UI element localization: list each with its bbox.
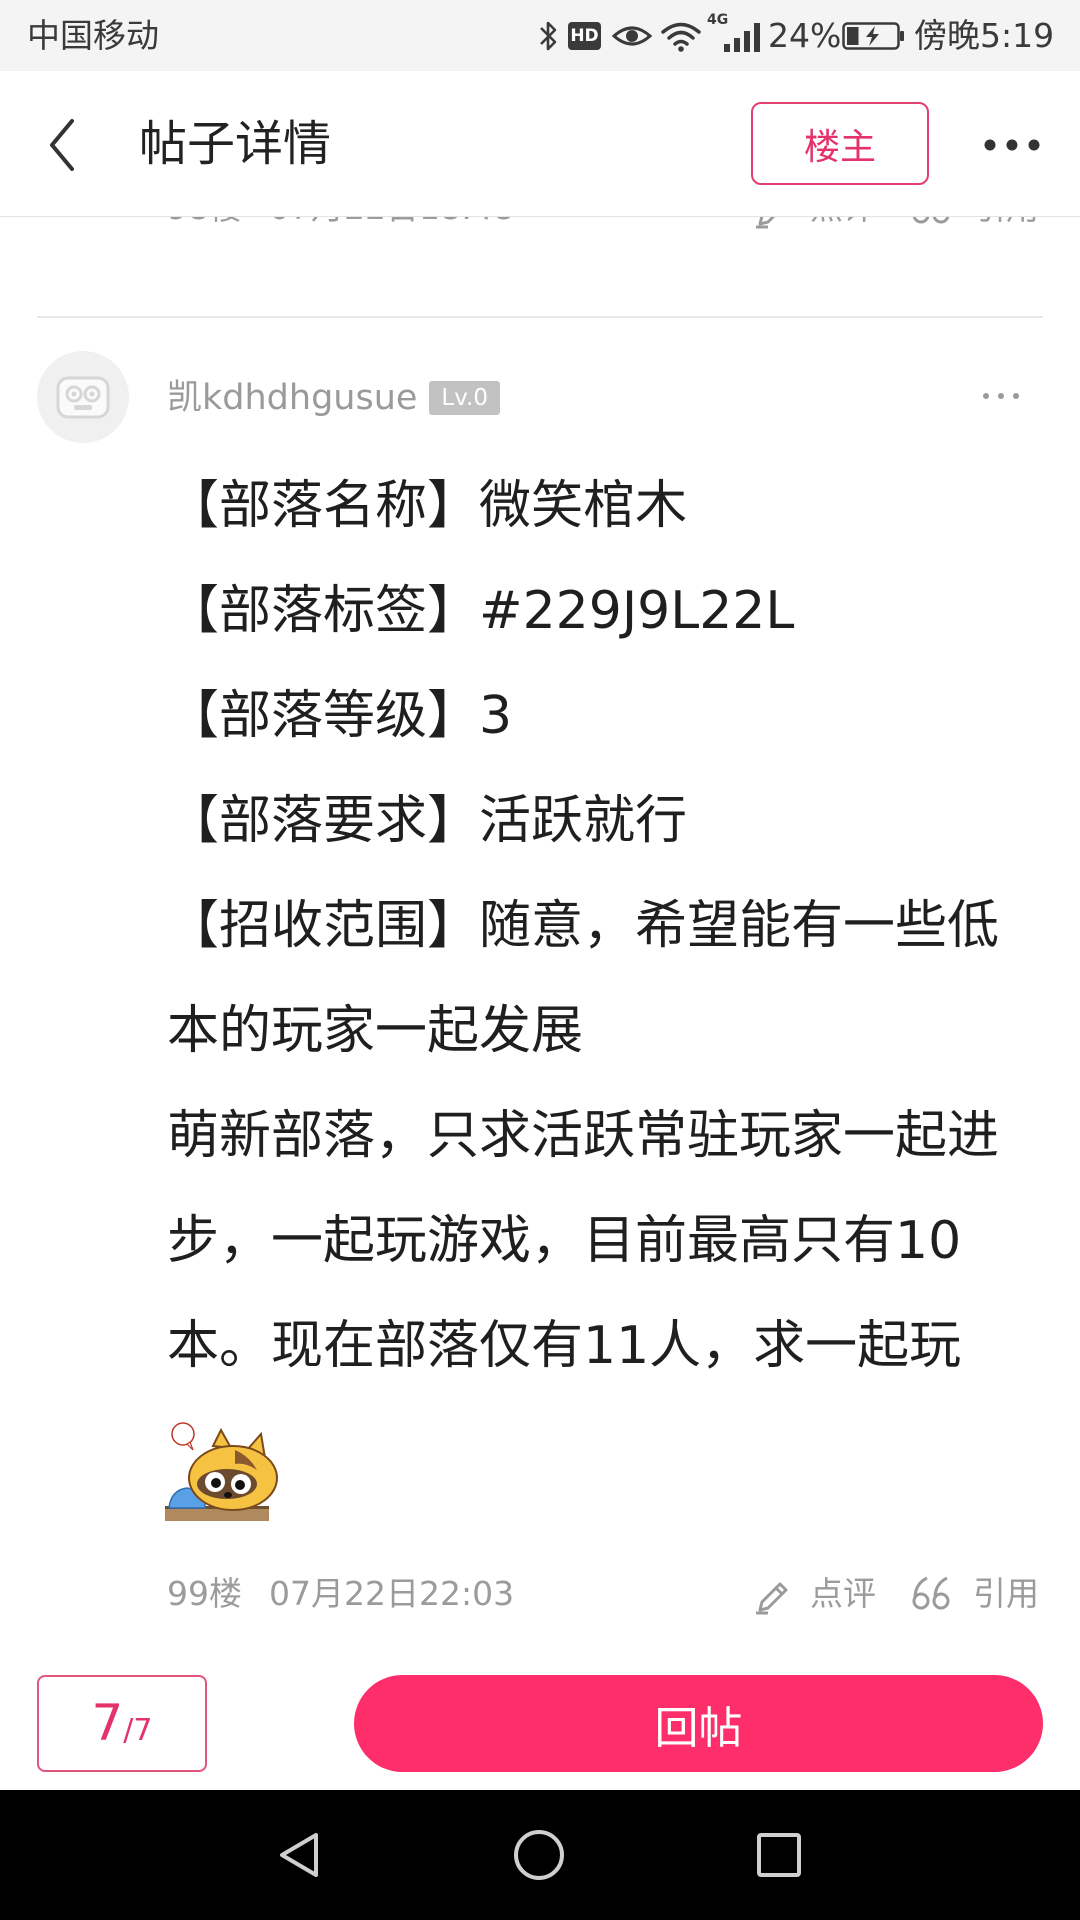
content-line: 【招收范围】随意，希望能有一些低 [167,896,1000,956]
pencil-icon[interactable] [752,1572,796,1616]
owner-only-button[interactable]: 楼主 [751,102,929,185]
content-line: 步，一起玩游戏，目前最高只有10 [167,1211,962,1271]
post-content: 【部落名称】微笑棺木 【部落标签】#229J9L22L 【部落等级】3 【部落要… [167,454,1067,1399]
content-line: 本的玩家一起发展 [167,1001,584,1061]
status-bar: 中国移动 HD 4G 24% 傍晚5:19 [0,0,1080,71]
nav-recents-icon[interactable] [755,1831,803,1879]
floor-number: 99楼 [167,1574,242,1613]
bluetooth-icon [540,21,557,51]
post-more-icon[interactable] [980,390,1022,402]
page-title: 帖子详情 [139,116,332,172]
robot-avatar-icon[interactable] [37,351,129,443]
current-page: 7 [91,1694,124,1752]
reply-button[interactable]: 回帖 [354,1675,1043,1772]
quote-button[interactable]: 引用 [973,1574,1039,1614]
content-line: 萌新部落，只求活跃常驻玩家一起进 [167,1106,1000,1166]
raccoon-sticker [165,1422,278,1521]
system-nav-bar [0,1790,1080,1920]
content-line: 【部落标签】#229J9L22L [167,581,795,641]
post-time: 07月22日22:03 [269,1574,515,1613]
app-header: 帖子详情 楼主 [0,71,1080,217]
back-chevron-icon[interactable] [40,115,84,175]
content-line: 【部落名称】微笑棺木 [167,476,688,536]
battery-icon [842,22,904,50]
quote-icon[interactable] [910,1574,956,1614]
clock-time: 傍晚5:19 [914,16,1055,55]
page-indicator[interactable]: 7 /7 [37,1675,207,1772]
nav-back-icon[interactable] [274,1830,326,1880]
post-footer: 99楼 07月22日22:03 点评 引用 [0,1572,1080,1616]
level-badge: Lv.0 [429,381,501,415]
username[interactable]: 凯kdhdhgusue [167,376,417,420]
wifi-icon [661,22,701,52]
post-author-row: 凯kdhdhgusue Lv.0 [167,376,501,420]
comment-button[interactable]: 点评 [810,1574,876,1614]
total-pages: /7 [123,1713,153,1748]
hd-icon: HD [568,22,601,50]
more-dots-icon[interactable] [982,135,1042,155]
content-line: 本。现在部落仅有11人，求一起玩 [167,1316,962,1376]
signal-icon [724,23,760,52]
eye-icon [612,26,652,46]
nav-home-icon[interactable] [513,1829,565,1881]
battery-percent: 24% [768,16,842,55]
content-line: 【部落要求】活跃就行 [167,791,688,851]
post-divider [37,316,1043,318]
battery-fill [847,27,859,45]
content-line: 【部落等级】3 [167,686,513,746]
carrier-name: 中国移动 [27,16,159,55]
